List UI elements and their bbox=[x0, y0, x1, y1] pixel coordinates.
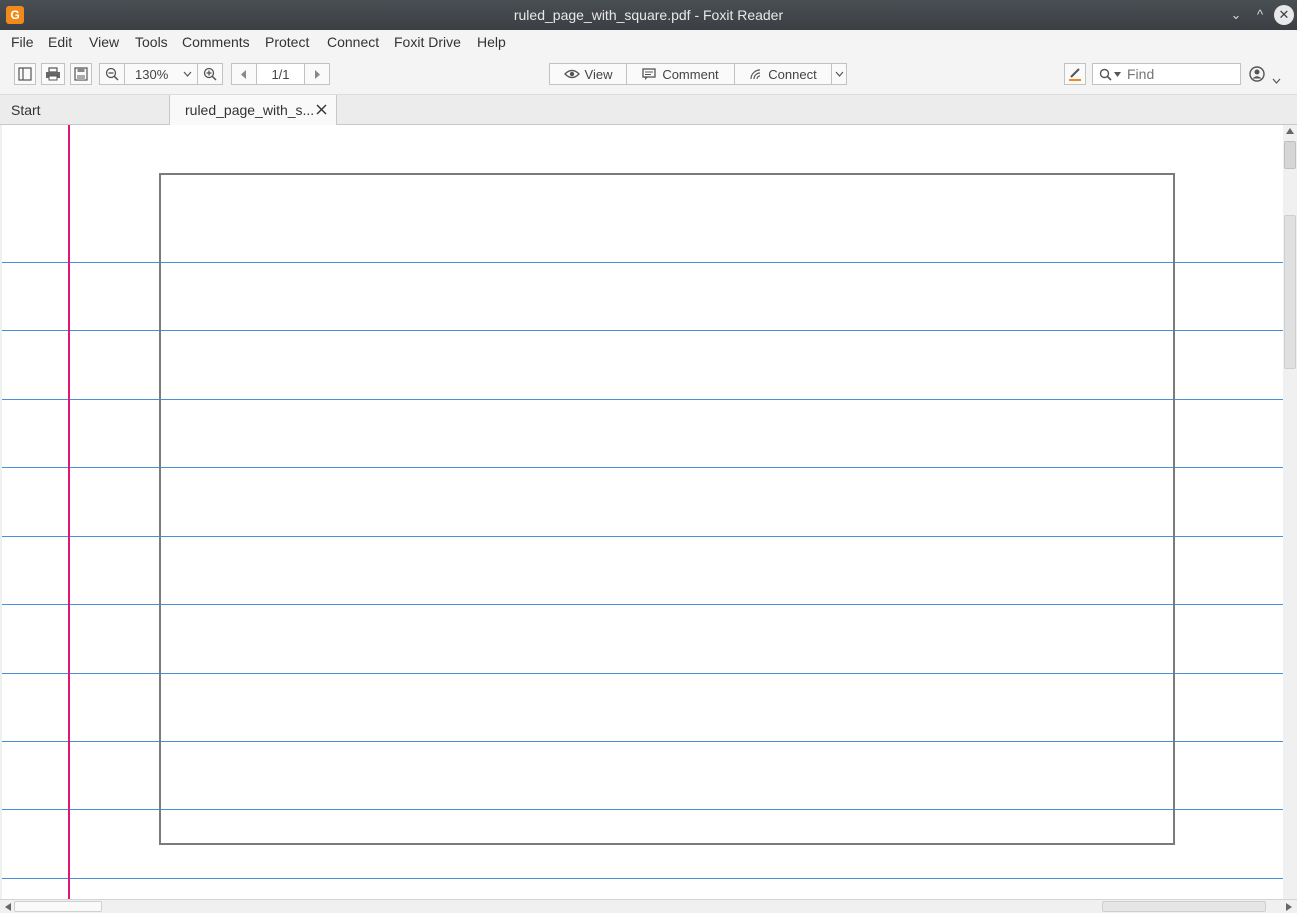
close-window-button[interactable]: ✕ bbox=[1274, 5, 1294, 25]
previous-page-button[interactable] bbox=[231, 63, 257, 85]
zoom-out-icon bbox=[105, 67, 119, 81]
zoom-in-icon bbox=[203, 67, 217, 81]
sidebar-toggle-icon bbox=[18, 67, 32, 81]
vertical-scroll-track-handle[interactable] bbox=[1284, 215, 1296, 369]
chevron-down-icon bbox=[835, 71, 843, 77]
chevron-left-icon bbox=[241, 69, 246, 79]
tab-document[interactable]: ruled_page_with_s... bbox=[170, 95, 337, 125]
zoom-select[interactable]: 130% bbox=[124, 63, 198, 85]
mode-dropdown-button[interactable] bbox=[831, 63, 847, 85]
chevron-down-icon bbox=[183, 71, 192, 77]
chevron-down-icon bbox=[1272, 78, 1281, 84]
zoom-in-button[interactable] bbox=[197, 63, 223, 85]
tab-label: ruled_page_with_s... bbox=[185, 102, 315, 118]
page-number-value: 1/1 bbox=[271, 66, 290, 82]
comment-mode-label: Comment bbox=[662, 66, 719, 82]
menu-tools[interactable]: Tools bbox=[135, 34, 168, 50]
horizontal-scrollbar[interactable] bbox=[0, 899, 1297, 913]
menu-foxit-drive[interactable]: Foxit Drive bbox=[394, 34, 461, 50]
comment-mode-button[interactable]: Comment bbox=[626, 63, 735, 85]
tab-label: Start bbox=[11, 102, 41, 118]
account-button[interactable] bbox=[1249, 66, 1265, 85]
vertical-scroll-thumb[interactable] bbox=[1284, 141, 1296, 169]
toolbar: 130% 1/1 View Comment Connect bbox=[0, 55, 1297, 95]
zoom-out-button[interactable] bbox=[99, 63, 125, 85]
connect-icon bbox=[750, 69, 761, 80]
sidebar-toggle-button[interactable] bbox=[14, 63, 36, 85]
view-mode-label: View bbox=[584, 66, 613, 82]
margin-line bbox=[68, 125, 70, 899]
document-page[interactable] bbox=[2, 125, 1283, 899]
account-dropdown[interactable] bbox=[1272, 71, 1281, 87]
account-icon bbox=[1249, 66, 1265, 82]
chevron-right-icon bbox=[315, 69, 320, 79]
title-bar: G ruled_page_with_square.pdf - Foxit Rea… bbox=[0, 0, 1297, 30]
next-page-button[interactable] bbox=[304, 63, 330, 85]
save-icon bbox=[74, 67, 88, 81]
maximize-button[interactable]: ^ bbox=[1250, 5, 1270, 25]
horizontal-scroll-thumb[interactable] bbox=[14, 901, 102, 912]
square-shape bbox=[159, 173, 1175, 845]
chevron-down-icon bbox=[1114, 71, 1121, 77]
tab-start[interactable]: Start bbox=[0, 95, 170, 125]
tab-bar: Start ruled_page_with_s... bbox=[0, 95, 1297, 125]
connect-mode-label: Connect bbox=[768, 66, 817, 82]
find-input[interactable] bbox=[1127, 66, 1237, 82]
view-mode-button[interactable]: View bbox=[549, 63, 627, 85]
ruled-line bbox=[2, 878, 1283, 879]
menu-edit[interactable]: Edit bbox=[48, 34, 72, 50]
eye-icon bbox=[563, 69, 580, 79]
scroll-right-arrow-icon[interactable] bbox=[1286, 903, 1292, 911]
horizontal-scroll-handle[interactable] bbox=[1102, 901, 1266, 912]
print-button[interactable] bbox=[41, 63, 65, 85]
zoom-value: 130% bbox=[135, 66, 169, 82]
menu-bar: File Edit View Tools Comments Protect Co… bbox=[0, 30, 1297, 55]
highlight-button[interactable] bbox=[1064, 63, 1086, 85]
window-title: ruled_page_with_square.pdf - Foxit Reade… bbox=[513, 7, 784, 23]
find-box[interactable] bbox=[1092, 63, 1241, 85]
page-number-input[interactable]: 1/1 bbox=[256, 63, 305, 85]
connect-mode-button[interactable]: Connect bbox=[734, 63, 832, 85]
highlighter-icon bbox=[1069, 68, 1081, 81]
menu-protect[interactable]: Protect bbox=[265, 34, 309, 50]
comment-icon bbox=[642, 68, 656, 80]
close-tab-icon[interactable] bbox=[316, 104, 327, 115]
minimize-button[interactable]: ⌄ bbox=[1226, 5, 1246, 25]
menu-file[interactable]: File bbox=[11, 34, 34, 50]
menu-comments[interactable]: Comments bbox=[182, 34, 250, 50]
vertical-scrollbar[interactable] bbox=[1283, 125, 1297, 899]
scroll-left-arrow-icon[interactable] bbox=[5, 903, 11, 911]
menu-view[interactable]: View bbox=[89, 34, 119, 50]
menu-help[interactable]: Help bbox=[477, 34, 506, 50]
search-icon bbox=[1099, 68, 1112, 81]
scroll-up-arrow-icon[interactable] bbox=[1286, 128, 1294, 134]
menu-connect[interactable]: Connect bbox=[327, 34, 379, 50]
print-icon bbox=[46, 67, 60, 81]
save-button[interactable] bbox=[70, 63, 92, 85]
